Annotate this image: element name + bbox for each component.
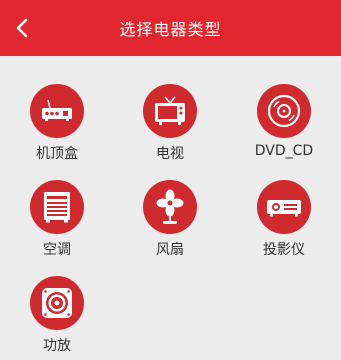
device-label: DVD_CD: [254, 143, 314, 159]
fan-icon: [156, 189, 184, 224]
device-item-fan[interactable]: 风扇: [120, 180, 220, 260]
device-icon-circle: [257, 180, 311, 234]
chevron-left-icon: [16, 18, 28, 38]
device-item-set-top-box[interactable]: 机顶盒: [7, 84, 107, 164]
device-label: 风扇: [156, 242, 184, 258]
set-top-box-icon: [42, 99, 72, 121]
back-button[interactable]: [6, 12, 38, 44]
device-item-projector[interactable]: 投影仪: [234, 180, 334, 260]
air-conditioner-icon: [44, 192, 70, 223]
device-label: 机顶盒: [36, 146, 78, 162]
device-icon-circle: [30, 84, 84, 138]
speaker-icon: [42, 288, 72, 318]
device-label: 功放: [43, 338, 71, 354]
device-icon-circle: [143, 180, 197, 234]
projector-icon: [267, 200, 301, 217]
device-icon-circle: [30, 180, 84, 234]
device-item-amplifier[interactable]: 功放: [7, 276, 107, 356]
device-label: 投影仪: [263, 242, 305, 258]
device-label: 电视: [156, 146, 184, 162]
disc-icon: [267, 94, 301, 128]
device-icon-circle: [257, 84, 311, 138]
app-header: 选择电器类型: [0, 0, 341, 56]
device-item-tv[interactable]: 电视: [120, 84, 220, 164]
device-icon-circle: [143, 84, 197, 138]
device-item-air-conditioner[interactable]: 空调: [7, 180, 107, 260]
tv-icon: [155, 96, 185, 125]
page-title: 选择电器类型: [119, 20, 222, 39]
device-label: 空调: [43, 242, 71, 258]
device-icon-circle: [30, 276, 84, 330]
device-item-dvd[interactable]: DVD_CD: [234, 84, 334, 164]
